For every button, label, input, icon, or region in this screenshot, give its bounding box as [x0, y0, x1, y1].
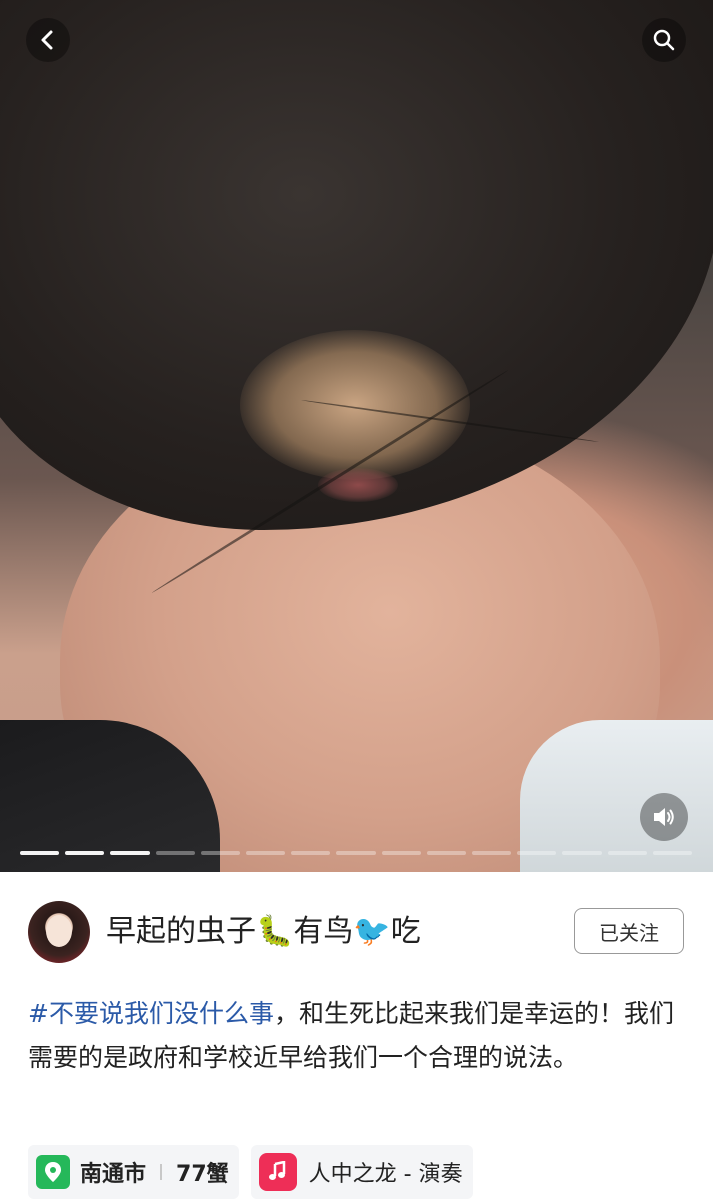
author-row: 早起的虫子🐛有鸟🐦吃 已关注: [0, 900, 713, 964]
hashtag-link[interactable]: #不要说我们没什么事: [28, 999, 274, 1028]
progress-segment: [607, 851, 647, 855]
sound-toggle-button[interactable]: [640, 793, 688, 841]
photo-collar: [520, 720, 713, 872]
location-city: 南通市: [80, 1162, 147, 1187]
avatar-face: [46, 915, 72, 947]
progress-segment: [291, 851, 331, 855]
search-button[interactable]: [642, 18, 686, 62]
progress-segment: [155, 851, 195, 855]
tags-row: 南通市 77蟹 人中之龙 - 演奏: [28, 1145, 473, 1199]
progress-segment: [426, 851, 467, 855]
chip-divider: [160, 1164, 163, 1180]
photo-wound: [318, 468, 398, 502]
progress-segment: [517, 851, 557, 855]
speaker-icon: [654, 808, 674, 826]
location-chip[interactable]: 南通市 77蟹: [28, 1145, 239, 1199]
author-name[interactable]: 早起的虫子🐛有鸟🐦吃: [106, 912, 421, 952]
music-chip[interactable]: 人中之龙 - 演奏: [250, 1145, 473, 1199]
progress-segment: [110, 851, 150, 855]
music-label: 人中之龙 - 演奏: [308, 1162, 463, 1187]
map-pin-icon: [36, 1155, 70, 1189]
search-icon: [653, 29, 675, 51]
progress-segment: [336, 851, 376, 855]
image-progress-indicator: [20, 851, 693, 855]
progress-segment: [65, 851, 105, 855]
progress-segment: [246, 851, 286, 855]
post-image[interactable]: [0, 0, 713, 872]
location-extra: 77蟹: [176, 1162, 229, 1187]
back-button[interactable]: [26, 18, 70, 62]
progress-segment: [472, 851, 512, 855]
progress-segment: [652, 851, 693, 855]
photo-scalp: [240, 330, 470, 480]
progress-segment: [200, 851, 241, 855]
follow-button[interactable]: 已关注: [574, 908, 684, 954]
music-note-icon: [258, 1153, 297, 1191]
avatar[interactable]: [28, 901, 90, 963]
post-caption: #不要说我们没什么事，和生死比起来我们是幸运的！我们需要的是政府和学校近早给我们…: [28, 992, 688, 1080]
progress-segment: [562, 851, 602, 855]
progress-segment: [381, 851, 421, 855]
chevron-left-icon: [41, 30, 53, 50]
progress-segment: [20, 851, 60, 855]
